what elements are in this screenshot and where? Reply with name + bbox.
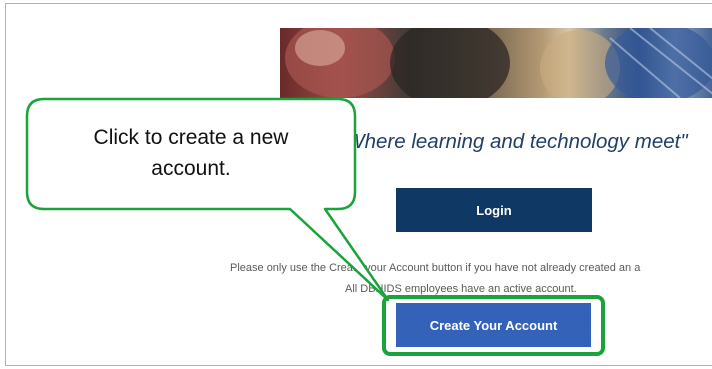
callout-bubble: [25, 97, 390, 302]
callout-text: Click to create a new account.: [93, 126, 289, 180]
